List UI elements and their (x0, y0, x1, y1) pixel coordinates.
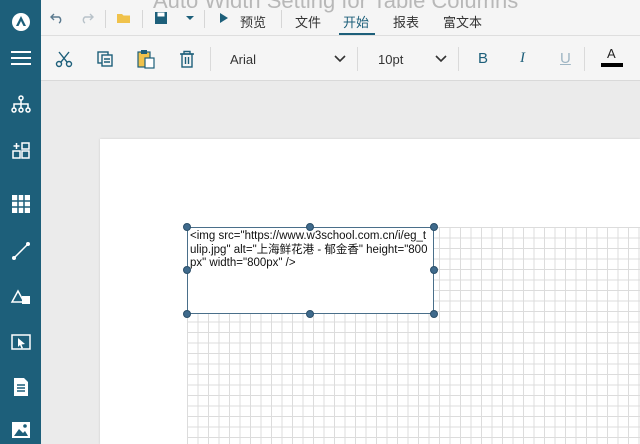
separator (584, 47, 585, 71)
font-size-chevron-down-icon[interactable] (434, 52, 448, 66)
left-toolbar (0, 0, 41, 444)
play-icon[interactable] (217, 10, 229, 26)
resize-handle-left[interactable] (183, 266, 191, 274)
active-tab-indicator (339, 33, 375, 35)
pointer-box-icon[interactable] (0, 324, 41, 360)
top-menu-bar: Auto Width Setting for Table Columns 预览 … (41, 0, 640, 36)
open-folder-icon[interactable] (115, 10, 133, 26)
separator (458, 47, 459, 71)
cut-icon[interactable] (53, 48, 75, 70)
table-icon[interactable] (0, 186, 41, 222)
bold-button[interactable]: B (478, 50, 488, 67)
resize-handle-right[interactable] (430, 266, 438, 274)
tab-home[interactable]: 开始 (343, 12, 369, 31)
image-icon[interactable] (0, 412, 41, 444)
paste-icon[interactable] (135, 48, 157, 70)
ribbon-toolbar: Arial 10pt B I U A (41, 36, 640, 81)
separator (142, 10, 143, 28)
resize-handle-top-right[interactable] (430, 223, 438, 231)
selected-textbox[interactable]: <img src="https://www.w3school.com.cn/i/… (187, 227, 434, 314)
textbox-content[interactable]: <img src="https://www.w3school.com.cn/i/… (190, 230, 432, 271)
separator (281, 10, 282, 28)
delete-icon[interactable] (176, 48, 198, 70)
tab-file[interactable]: 文件 (295, 12, 321, 31)
separator (357, 47, 358, 71)
add-grid-icon[interactable] (0, 133, 41, 169)
tab-report[interactable]: 报表 (393, 12, 419, 31)
hierarchy-icon[interactable] (0, 86, 41, 122)
resize-handle-top[interactable] (306, 223, 314, 231)
separator (105, 10, 106, 28)
preview-button[interactable]: 预览 (240, 12, 266, 31)
font-size-select[interactable]: 10pt (378, 52, 403, 67)
resize-handle-top-left[interactable] (183, 223, 191, 231)
copy-icon[interactable] (94, 48, 116, 70)
italic-button[interactable]: I (520, 50, 525, 67)
shapes-icon[interactable] (0, 280, 41, 316)
undo-icon[interactable] (48, 10, 66, 26)
resize-handle-bottom-right[interactable] (430, 310, 438, 318)
font-family-select[interactable]: Arial (230, 52, 256, 67)
resize-handle-bottom[interactable] (306, 310, 314, 318)
tab-rich-text[interactable]: 富文本 (443, 12, 482, 31)
font-family-chevron-down-icon[interactable] (333, 52, 347, 66)
font-color-button[interactable]: A (607, 46, 616, 61)
menu-icon[interactable] (0, 40, 41, 76)
redo-icon[interactable] (78, 10, 96, 26)
save-icon[interactable] (152, 10, 170, 26)
separator (204, 10, 205, 28)
resize-handle-bottom-left[interactable] (183, 310, 191, 318)
logo-icon[interactable] (0, 4, 41, 40)
document-icon[interactable] (0, 369, 41, 405)
line-icon[interactable] (0, 233, 41, 269)
separator (210, 47, 211, 71)
save-dropdown-icon[interactable] (181, 10, 199, 26)
underline-button[interactable]: U (560, 50, 571, 67)
font-color-bar (601, 63, 623, 67)
